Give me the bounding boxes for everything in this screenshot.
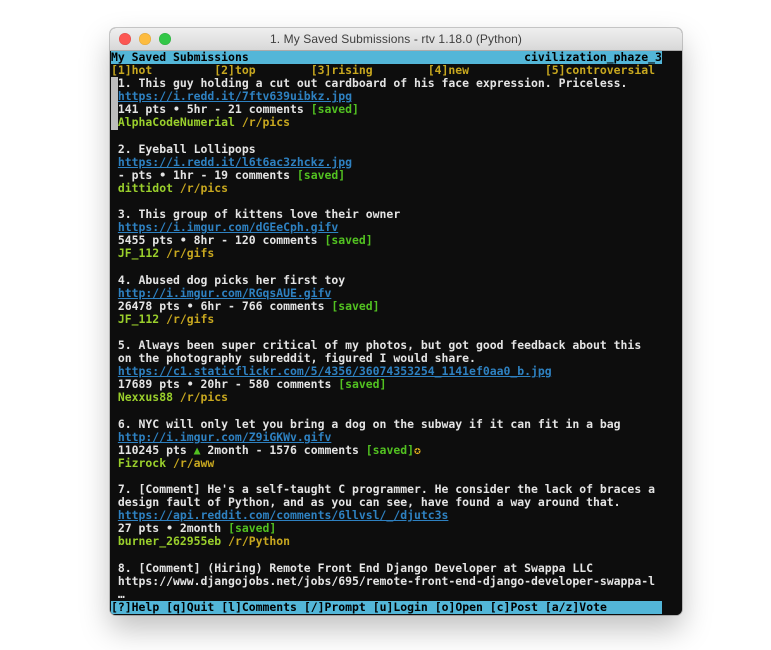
submission-url[interactable]: https://c1.staticflickr.com/5/4356/36074… bbox=[118, 364, 552, 378]
shortcut-prompt[interactable]: [/]Prompt bbox=[304, 601, 366, 614]
submission-item[interactable]: 2. Eyeball Lollipopshttps://i.redd.it/l6… bbox=[111, 143, 682, 195]
shortcut-open[interactable]: [o]Open bbox=[435, 601, 483, 614]
submission-title: https://www.djangojobs.net/jobs/695/remo… bbox=[111, 575, 682, 588]
submission-author[interactable]: JF_112 bbox=[118, 246, 159, 260]
submission-subreddit[interactable]: /r/pics bbox=[180, 390, 228, 404]
saved-badge: [saved] bbox=[366, 443, 414, 457]
tab-new[interactable]: [4]new bbox=[428, 64, 469, 77]
stats-text: 27 pts • 2month bbox=[118, 521, 228, 535]
window-title: 1. My Saved Submissions - rtv 1.18.0 (Py… bbox=[270, 32, 522, 46]
traffic-lights bbox=[119, 28, 171, 50]
upvote-arrow-icon: ▲ bbox=[194, 443, 201, 457]
tab-rising[interactable]: [3]rising bbox=[311, 64, 373, 77]
submission-list: 1. This guy holding a cut out cardboard … bbox=[111, 77, 682, 601]
submission-item[interactable]: 1. This guy holding a cut out cardboard … bbox=[111, 77, 682, 129]
submission-author[interactable]: dittidot bbox=[118, 181, 173, 195]
submission-author[interactable]: AlphaCodeNumerial bbox=[118, 115, 235, 129]
zoom-button-icon[interactable] bbox=[159, 33, 171, 45]
gilded-icon: ✪ bbox=[414, 443, 421, 457]
submission-item[interactable]: 3. This group of kittens love their owne… bbox=[111, 208, 682, 260]
tab-top[interactable]: [2]top bbox=[214, 64, 255, 77]
saved-badge: [saved] bbox=[228, 521, 276, 535]
saved-badge: [saved] bbox=[331, 299, 379, 313]
stats-text: 2month - 1576 comments bbox=[201, 443, 366, 457]
submission-subreddit[interactable]: /r/gifs bbox=[166, 312, 214, 326]
tab-hot[interactable]: [1]hot bbox=[111, 64, 152, 77]
submission-item[interactable]: 4. Abused dog picks her first toyhttp://… bbox=[111, 274, 682, 326]
shortcut-vote[interactable]: [a/z]Vote bbox=[545, 601, 607, 614]
submission-item[interactable]: 6. NYC will only let you bring a dog on … bbox=[111, 418, 682, 470]
submission-item[interactable]: 7. [Comment] He's a self-taught C progra… bbox=[111, 483, 682, 548]
submission-url[interactable]: http://i.imgur.com/RGqsAUE.gifv bbox=[118, 286, 331, 300]
submission-title: … bbox=[111, 588, 682, 601]
submission-subreddit[interactable]: /r/gifs bbox=[166, 246, 214, 260]
submission-url[interactable]: https://i.redd.it/l6t6ac3zhckz.jpg bbox=[118, 155, 352, 169]
submission-item[interactable]: 5. Always been super critical of my phot… bbox=[111, 339, 682, 404]
stats-text: 110245 pts bbox=[118, 443, 194, 457]
stats-text: 17689 pts • 20hr - 580 comments bbox=[118, 377, 338, 391]
sort-tabs: [1]hot [2]top [3]rising [4]new [5]controvers… bbox=[111, 64, 682, 77]
terminal-screen: My Saved Submissions civilization_phaze_… bbox=[110, 51, 682, 615]
saved-badge: [saved] bbox=[338, 377, 386, 391]
submission-author[interactable]: burner_262955eb bbox=[118, 534, 221, 548]
close-button-icon[interactable] bbox=[119, 33, 131, 45]
submission-url[interactable]: http://i.imgur.com/Z9iGKWv.gifv bbox=[118, 430, 331, 444]
submission-author[interactable]: JF_112 bbox=[118, 312, 159, 326]
submission-author[interactable]: Nexxus88 bbox=[118, 390, 173, 404]
stats-text: 141 pts • 5hr - 21 comments bbox=[118, 102, 311, 116]
submission-url[interactable]: https://api.reddit.com/comments/6llvsl/_… bbox=[118, 508, 449, 522]
submission-author[interactable]: Fizrock bbox=[118, 456, 166, 470]
submission-subreddit[interactable]: /r/pics bbox=[242, 115, 290, 129]
saved-badge: [saved] bbox=[324, 233, 372, 247]
window-titlebar[interactable]: 1. My Saved Submissions - rtv 1.18.0 (Py… bbox=[110, 28, 682, 51]
submission-subreddit[interactable]: /r/pics bbox=[180, 181, 228, 195]
shortcut-post[interactable]: [c]Post bbox=[490, 601, 538, 614]
shortcut-login[interactable]: [u]Login bbox=[373, 601, 428, 614]
minimize-button-icon[interactable] bbox=[139, 33, 151, 45]
shortcut-quit[interactable]: [q]Quit bbox=[166, 601, 214, 614]
submission-url[interactable]: https://i.imgur.com/dGEeCph.gifv bbox=[118, 220, 338, 234]
shortcut-help[interactable]: [?]Help bbox=[111, 601, 159, 614]
submission-item[interactable]: 8. [Comment] (Hiring) Remote Front End D… bbox=[111, 562, 682, 601]
saved-badge: [saved] bbox=[297, 168, 345, 182]
stats-text: 5455 pts • 8hr - 120 comments bbox=[118, 233, 325, 247]
submission-subreddit[interactable]: /r/Python bbox=[228, 534, 290, 548]
tab-controversial[interactable]: [5]controversial bbox=[545, 64, 655, 77]
shortcut-comments[interactable]: [l]Comments bbox=[221, 601, 297, 614]
saved-badge: [saved] bbox=[311, 102, 359, 116]
status-bar-bottom: [?]Help [q]Quit [l]Comments [/]Prompt [u… bbox=[111, 601, 662, 614]
terminal-window: 1. My Saved Submissions - rtv 1.18.0 (Py… bbox=[110, 28, 682, 615]
stats-text: 26478 pts • 6hr - 766 comments bbox=[118, 299, 331, 313]
submission-title: 8. [Comment] (Hiring) Remote Front End D… bbox=[111, 562, 682, 575]
submission-url[interactable]: https://i.redd.it/7ftv639uibkz.jpg bbox=[118, 89, 352, 103]
stats-text: - pts • 1hr - 19 comments bbox=[118, 168, 297, 182]
submission-subreddit[interactable]: /r/aww bbox=[173, 456, 214, 470]
